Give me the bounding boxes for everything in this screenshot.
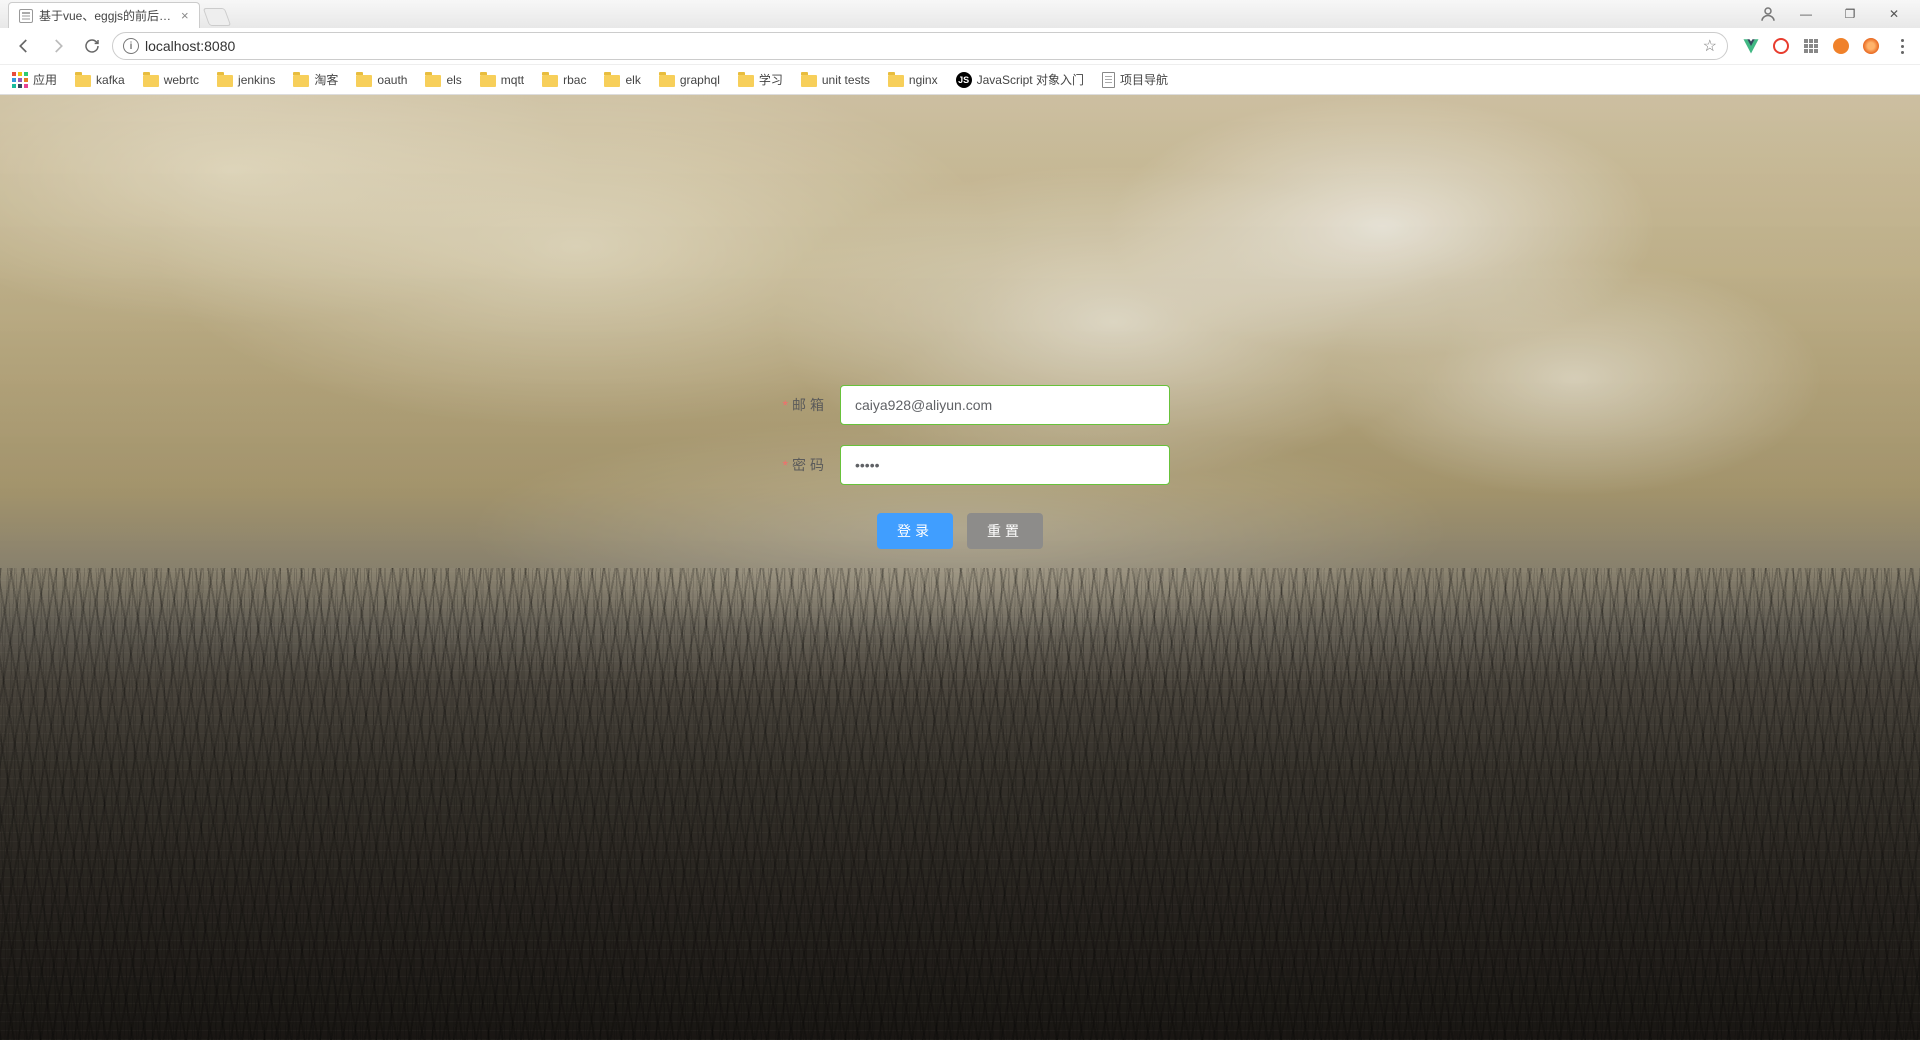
bookmark-star-icon[interactable]: ☆ <box>1703 36 1717 56</box>
page-icon <box>19 9 33 23</box>
required-indicator: * <box>783 397 788 413</box>
reset-button[interactable]: 重置 <box>967 513 1043 549</box>
bookmark-folder[interactable]: mqtt <box>480 73 524 87</box>
folder-icon <box>738 75 754 87</box>
tab-bar: 基于vue、eggjs的前后… × — ❐ ✕ <box>0 0 1920 28</box>
grid-extension-icon[interactable] <box>1802 37 1820 55</box>
login-button[interactable]: 登录 <box>877 513 953 549</box>
profile-icon[interactable] <box>1752 2 1784 26</box>
required-indicator: * <box>783 457 788 473</box>
browser-chrome: 基于vue、eggjs的前后… × — ❐ ✕ i ☆ <box>0 0 1920 95</box>
form-actions: 登录 重置 <box>750 513 1170 549</box>
folder-icon <box>659 75 675 87</box>
opera-extension-icon[interactable] <box>1772 37 1790 55</box>
folder-icon <box>888 75 904 87</box>
site-info-icon[interactable]: i <box>123 38 139 54</box>
folder-icon <box>542 75 558 87</box>
bookmark-folder[interactable]: rbac <box>542 73 586 87</box>
browser-menu-button[interactable] <box>1892 37 1910 55</box>
address-bar[interactable]: i ☆ <box>112 32 1728 60</box>
bookmark-link[interactable]: 项目导航 <box>1102 71 1168 88</box>
bookmarks-bar: 应用 kafka webrtc jenkins 淘客 oauth els mqt… <box>0 64 1920 94</box>
background-overlay <box>0 95 1920 1040</box>
reload-button[interactable] <box>78 32 106 60</box>
page-content: *邮箱 *密码 登录 重置 <box>0 95 1920 1040</box>
folder-icon <box>217 75 233 87</box>
window-controls: — ❐ ✕ <box>1752 2 1916 26</box>
folder-icon <box>293 75 309 87</box>
new-tab-button[interactable] <box>203 8 232 26</box>
bookmark-folder[interactable]: 学习 <box>738 71 783 88</box>
bookmark-folder[interactable]: els <box>425 73 461 87</box>
bookmark-folder[interactable]: kafka <box>75 73 125 87</box>
vue-devtools-icon[interactable] <box>1742 37 1760 55</box>
folder-icon <box>143 75 159 87</box>
bookmark-folder[interactable]: 淘客 <box>293 71 338 88</box>
tab-title: 基于vue、eggjs的前后… <box>39 7 171 24</box>
email-label: *邮箱 <box>750 395 840 415</box>
orange-extension-icon-2[interactable] <box>1862 37 1880 55</box>
maximize-button[interactable]: ❐ <box>1828 2 1872 26</box>
bookmark-folder[interactable]: oauth <box>356 73 407 87</box>
bookmark-folder[interactable]: nginx <box>888 73 938 87</box>
minimize-button[interactable]: — <box>1784 2 1828 26</box>
folder-icon <box>356 75 372 87</box>
folder-icon <box>425 75 441 87</box>
email-input[interactable] <box>840 385 1170 425</box>
folder-icon <box>604 75 620 87</box>
bookmark-link[interactable]: JSJavaScript 对象入门 <box>956 71 1084 88</box>
forward-button[interactable] <box>44 32 72 60</box>
password-row: *密码 <box>750 445 1170 485</box>
js-icon: JS <box>956 72 972 88</box>
apps-bookmark[interactable]: 应用 <box>12 71 57 88</box>
folder-icon <box>75 75 91 87</box>
folder-icon <box>480 75 496 87</box>
bookmark-folder[interactable]: webrtc <box>143 73 199 87</box>
password-label: *密码 <box>750 455 840 475</box>
apps-label: 应用 <box>33 71 57 88</box>
login-form: *邮箱 *密码 登录 重置 <box>750 385 1170 549</box>
back-button[interactable] <box>10 32 38 60</box>
password-input[interactable] <box>840 445 1170 485</box>
close-window-button[interactable]: ✕ <box>1872 2 1916 26</box>
apps-grid-icon <box>12 72 28 88</box>
extension-icons <box>1734 37 1910 55</box>
email-row: *邮箱 <box>750 385 1170 425</box>
browser-tab[interactable]: 基于vue、eggjs的前后… × <box>8 2 200 28</box>
bookmark-folder[interactable]: jenkins <box>217 73 275 87</box>
orange-extension-icon-1[interactable] <box>1832 37 1850 55</box>
bookmark-folder[interactable]: graphql <box>659 73 720 87</box>
close-tab-icon[interactable]: × <box>181 11 191 21</box>
address-bar-row: i ☆ <box>0 28 1920 64</box>
bookmark-folder[interactable]: elk <box>604 73 640 87</box>
bookmark-folder[interactable]: unit tests <box>801 73 870 87</box>
folder-icon <box>801 75 817 87</box>
document-icon <box>1102 72 1115 88</box>
url-input[interactable] <box>145 38 1697 54</box>
